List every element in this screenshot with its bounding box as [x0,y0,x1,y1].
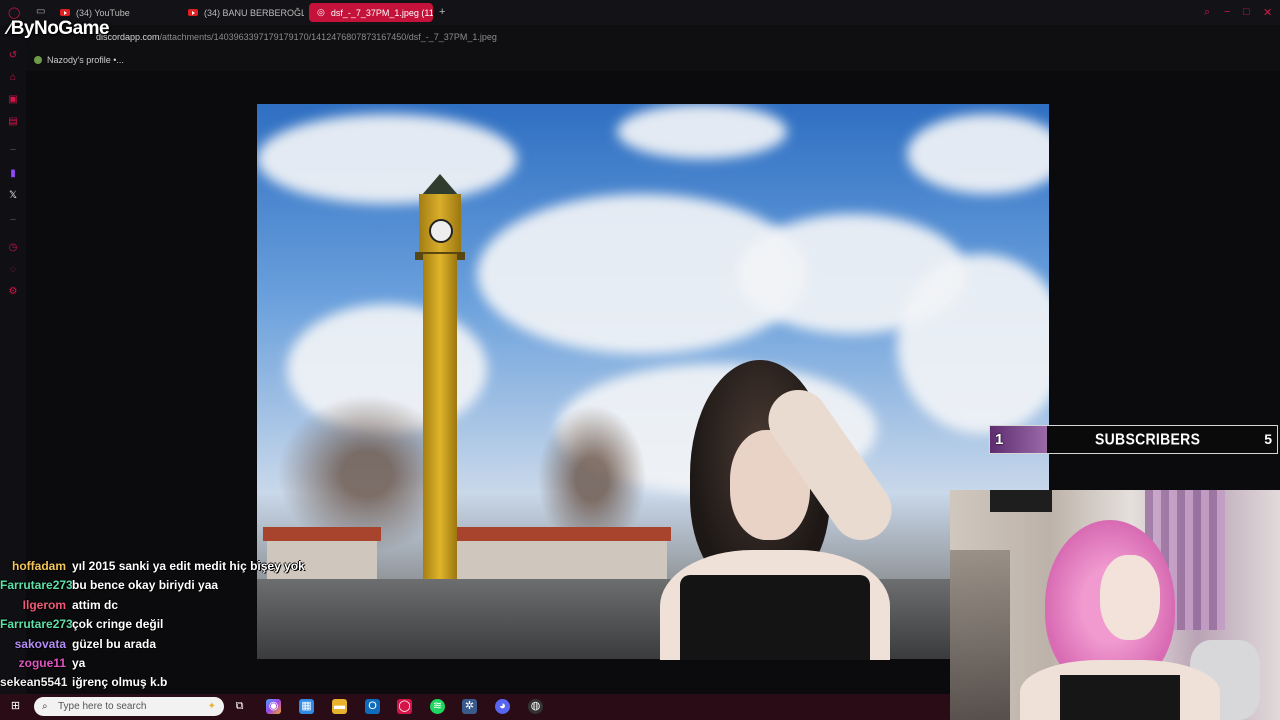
store-icon[interactable]: ▦ [299,699,314,714]
x-icon[interactable]: 𝕏 [8,191,18,201]
history-icon[interactable]: ↺ [8,51,18,61]
workspace-icon[interactable]: ▣ [8,95,18,105]
streamer-overlay [620,340,950,660]
stream-chat: hoffadam yıl 2015 sanki ya edit medit hiç… [0,559,330,695]
cloud [907,114,1049,194]
tab-label: (34) YouTube [76,7,130,18]
copilot-icon[interactable]: ◉ [266,699,281,714]
divider-icon: – [10,144,16,155]
chat-message: hoffadam yıl 2015 sanki ya edit medit hiç… [0,559,330,578]
spotify-icon[interactable]: ≋ [430,699,445,714]
chat-text: iğrenç olmuş k.b [72,675,168,690]
globe-icon: ◎ [317,7,325,17]
chat-icon[interactable]: ◌ [8,265,18,275]
youtube-icon [188,9,198,16]
search-icon: ⌕ [42,701,48,712]
cloud [617,104,787,159]
chat-text: çok cringe değil [72,617,164,632]
youtube-icon [60,9,70,16]
logo-text: ByNoGame [10,18,110,39]
chat-text: ya [72,655,86,670]
chat-username[interactable]: hoffadam [0,559,66,578]
chat-username[interactable]: sakovata [0,637,66,656]
sparkle-icon: ✦ [207,701,216,712]
bookmark-item[interactable]: Nazody's profile •... [34,55,124,65]
task-view-icon[interactable]: ⧉ [232,699,247,714]
chat-text: yıl 2015 sanki ya edit medit hiç bişey y… [72,559,305,573]
settings-icon[interactable]: ⚙ [8,287,18,297]
url-path: /attachments/1403963397179179170/1412476… [159,32,497,42]
search-placeholder: Type here to search [58,701,147,712]
chat-message: Ilgerom attim dc [0,598,330,617]
obs-icon[interactable]: ◍ [528,699,543,714]
subscriber-count: 1 [995,431,1004,448]
new-tab-button[interactable]: + [439,6,445,18]
bookmarks-bar: Nazody's profile •... [0,51,1280,71]
taskbar-search[interactable]: ⌕ Type here to search ✦ [34,697,224,716]
chat-text: güzel bu arada [72,636,157,651]
chat-text: attim dc [72,597,119,612]
maximize-icon[interactable]: □ [1243,6,1250,18]
bookmark-label: Nazody's profile •... [47,55,124,65]
divider-icon: – [10,214,16,225]
bag-icon[interactable]: ⌂ [8,73,18,83]
webcam-feed [950,490,1280,720]
opera-gx-icon[interactable]: ◯ [397,699,412,714]
twitch-icon[interactable]: ▮ [8,169,18,179]
taskbar: ⊞ ⌕ Type here to search ✦ ⧉ ◉ ▦ ▬ O ◯ ≋ … [0,694,950,720]
app-icon[interactable]: ✲ [462,699,477,714]
clock-tower [415,164,465,584]
file-explorer-icon[interactable]: ▬ [332,699,347,714]
stream-logo: ⁄ByNoGame [8,18,110,40]
tab-banu[interactable]: (34) BANU BERBEROĞLU [180,3,304,22]
chat-message: Farrutare273 çok cringe değil [0,617,330,636]
monitor [990,490,1052,512]
cloud [257,114,517,204]
url-field[interactable]: discordapp.com/attachments/1403963397179… [96,32,497,42]
chat-username[interactable]: Ilgerom [0,598,66,617]
search-icon[interactable]: ⌕ [1204,6,1210,19]
subscriber-goal: 5 [1264,431,1272,447]
chat-text: bu bence okay biriydi yaa [72,578,219,593]
tab-label: dsf_-_7_37PM_1.jpeg (118 [330,7,433,18]
tab-label: (34) BANU BERBEROĞLU [204,7,304,18]
chat-username[interactable]: sekean5541 [0,675,67,694]
chat-username[interactable]: Farrutare273 [0,578,73,597]
clock-icon[interactable]: ◷ [8,243,18,253]
profile-icon [34,56,42,64]
building [453,527,561,579]
subscriber-label: SUBSCRIBERS [1095,430,1201,448]
chat-username[interactable]: Farrutare273 [0,617,73,636]
address-bar[interactable]: discordapp.com/attachments/1403963397179… [0,25,1280,69]
messenger-icon[interactable]: ▤ [8,117,18,127]
subscriber-goal-bar: 1 SUBSCRIBERS 5 [989,425,1278,454]
chat-message: zogue11 ya [0,656,330,675]
windows-start-icon[interactable]: ⊞ [8,699,23,714]
discord-icon[interactable]: ◕ [495,699,510,714]
minimize-icon[interactable]: − [1224,6,1230,18]
tab-menu-icon[interactable]: ▭ [36,6,45,17]
chat-message: sekean5541 iğrenç olmuş k.b [0,675,330,694]
tab-image[interactable]: ◎ dsf_-_7_37PM_1.jpeg (118 [309,3,433,22]
chat-message: Farrutare273 bu bence okay biriydi yaa [0,578,330,597]
chat-message: sakovata güzel bu arada [0,637,330,656]
chat-username[interactable]: zogue11 [0,656,66,675]
close-icon[interactable]: ✕ [1263,6,1272,19]
outlook-icon[interactable]: O [365,699,380,714]
browser-tab-bar: ◯ ▭ (34) YouTube (34) BANU BERBEROĞLU ◎ … [0,0,1280,25]
